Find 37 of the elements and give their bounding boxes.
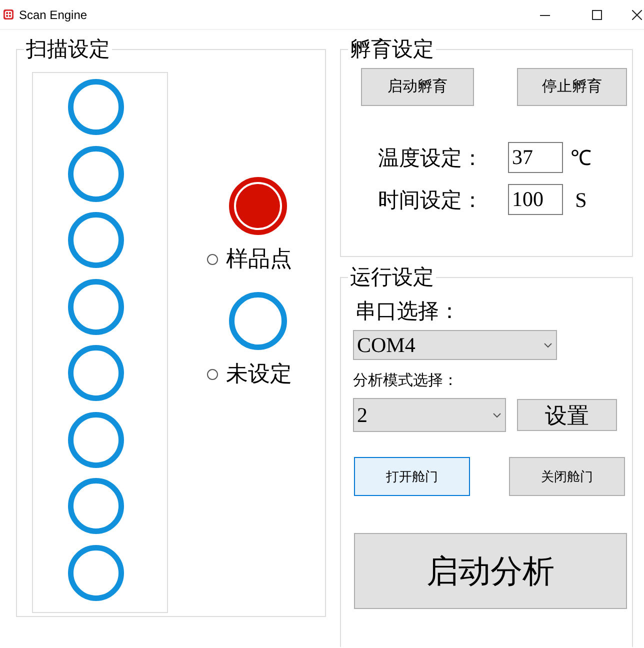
- ring-icon[interactable]: [68, 412, 124, 468]
- action-button[interactable]: 启动孵育: [361, 68, 474, 106]
- chevron-down-icon: [493, 412, 501, 418]
- group-title: 运行设定: [348, 264, 436, 290]
- mode-dropdown[interactable]: 2: [353, 398, 506, 432]
- group-title: 孵育设定: [348, 36, 436, 62]
- radio-button[interactable]: [207, 254, 218, 264]
- door-button[interactable]: 关闭舱门: [509, 457, 625, 496]
- door-button[interactable]: 打开舱门: [354, 457, 470, 496]
- unit-label: ℃: [570, 144, 592, 170]
- input-field[interactable]: 100: [508, 184, 563, 215]
- field-label: 串口选择：: [355, 298, 461, 325]
- port-dropdown[interactable]: COM4: [353, 330, 557, 360]
- window-title: Scan Engine: [19, 6, 88, 22]
- ring-icon[interactable]: [68, 212, 124, 268]
- field-label: 分析模式选择：: [353, 372, 459, 391]
- group-title: 扫描设定: [24, 36, 112, 62]
- ring-icon[interactable]: [68, 544, 124, 600]
- maximize-icon[interactable]: [592, 10, 602, 20]
- ring-icon[interactable]: [68, 79, 124, 135]
- radio-button[interactable]: [207, 368, 218, 380]
- app-logo-icon: [3, 9, 14, 20]
- radio-label: 未设定: [226, 361, 292, 387]
- unit-label: S: [574, 186, 588, 212]
- chevron-down-icon: [544, 342, 552, 348]
- input-field[interactable]: 37: [508, 142, 563, 173]
- action-button[interactable]: 停止孵育: [517, 68, 627, 106]
- field-label: 时间设定：: [378, 186, 484, 212]
- field-label: 温度设定：: [378, 144, 484, 170]
- ring-icon[interactable]: [68, 478, 124, 534]
- ring-icon[interactable]: [68, 278, 124, 334]
- start-analysis-button[interactable]: 启动分析: [354, 533, 627, 609]
- ring-icon[interactable]: [68, 345, 124, 401]
- radio-label: 样品点: [226, 246, 292, 272]
- ring-icon[interactable]: [68, 146, 124, 202]
- settings-button[interactable]: 设置: [517, 399, 617, 431]
- close-icon[interactable]: [632, 10, 642, 20]
